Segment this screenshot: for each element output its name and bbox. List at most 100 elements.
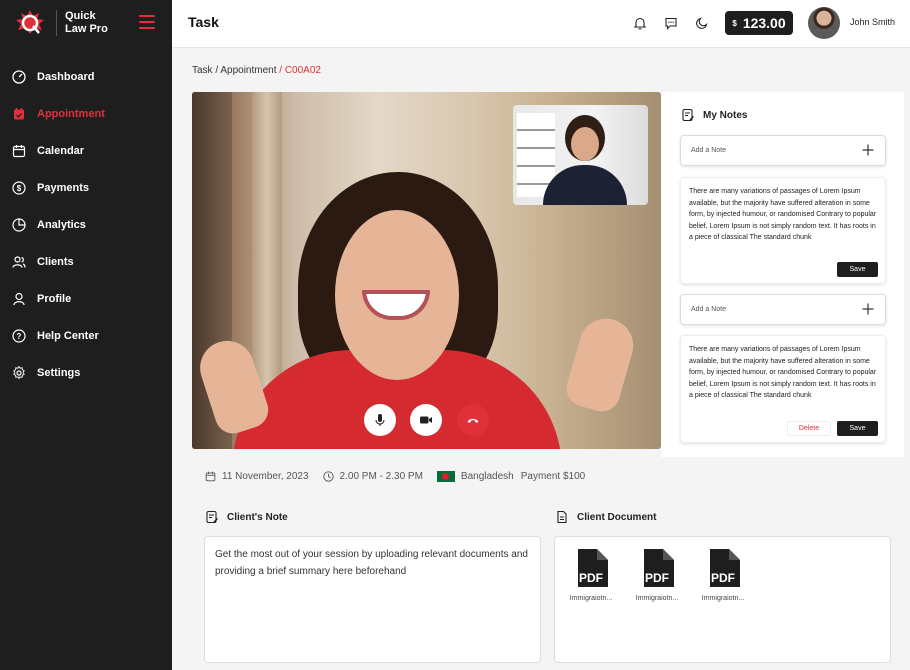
appointment-time: 2.00 PM - 2.30 PM (339, 471, 423, 482)
note-actions: Save (837, 262, 878, 277)
sidebar-item-help-center[interactable]: ? Help Center (0, 317, 172, 354)
sidebar-item-profile[interactable]: Profile (0, 280, 172, 317)
sidebar-item-appointment[interactable]: Appointment (0, 95, 172, 132)
sidebar-nav: Dashboard Appointment Calendar $ Payment… (0, 58, 172, 391)
sidebar-item-calendar[interactable]: Calendar (0, 132, 172, 169)
users-icon (12, 255, 26, 268)
my-notes-title: My Notes (681, 108, 747, 122)
moon-icon[interactable] (695, 16, 709, 30)
self-view-face (571, 127, 599, 161)
add-note-input[interactable]: Add a Note (680, 135, 886, 166)
pie-chart-icon (12, 217, 26, 232)
menu-toggle-icon[interactable] (139, 15, 155, 29)
participant-right-hand (562, 312, 640, 416)
client-document-heading: Client Document (555, 510, 656, 524)
sidebar-item-label: Analytics (37, 218, 86, 231)
document-file-name: Immigraiotn... (635, 595, 679, 602)
dashboard-icon (12, 69, 26, 84)
sidebar-item-dashboard[interactable]: Dashboard (0, 58, 172, 95)
bell-icon[interactable] (633, 16, 647, 30)
sidebar-item-label: Settings (37, 366, 81, 379)
sidebar-item-analytics[interactable]: Analytics (0, 206, 172, 243)
appointment-date: 11 November, 2023 (222, 471, 309, 482)
my-notes-label: My Notes (703, 109, 748, 121)
note-edit-icon (206, 510, 218, 524)
client-note-textarea[interactable]: Get the most out of your session by uplo… (204, 536, 541, 663)
plus-icon[interactable] (861, 143, 875, 157)
svg-text:$: $ (17, 184, 22, 193)
hang-up-icon (467, 418, 479, 423)
notes-icon (682, 108, 694, 122)
appointment-country: Bangladesh (460, 471, 514, 482)
balance-amount: 123.00 (742, 15, 786, 31)
document-file[interactable]: PDF Immigraiotn... (627, 549, 687, 602)
save-note-button[interactable]: Save (837, 421, 878, 436)
help-icon: ? (12, 328, 26, 343)
user-icon (13, 292, 25, 305)
gear-icon (13, 365, 25, 379)
client-document-list: PDF Immigraiotn... PDF Immigraiotn... PD… (554, 536, 891, 663)
microphone-icon (375, 414, 385, 426)
breadcrumb-current: / C00A02 (279, 65, 321, 76)
sidebar-item-label: Appointment (37, 107, 105, 120)
toggle-camera-button[interactable] (410, 404, 442, 436)
sidebar-item-label: Payments (37, 181, 89, 194)
sidebar-item-label: Clients (37, 255, 74, 268)
sidebar-item-label: Profile (37, 292, 72, 305)
document-file[interactable]: PDF Immigraiotn... (693, 549, 753, 602)
chat-icon[interactable] (664, 16, 678, 30)
pdf-type-label: PDF (645, 571, 669, 585)
document-file-name: Immigraiotn... (701, 595, 745, 602)
breadcrumb: Task / Appointment / C00A02 (192, 65, 321, 76)
document-file[interactable]: PDF Immigraiotn... (561, 549, 621, 602)
mute-mic-button[interactable] (364, 404, 396, 436)
end-call-button[interactable] (457, 404, 489, 436)
sidebar: Quick Law Pro Dashboard Appointment Cale… (0, 0, 172, 670)
self-view-video[interactable] (513, 105, 648, 205)
sidebar-item-payments[interactable]: $ Payments (0, 169, 172, 206)
appointment-payment: Payment $100 (520, 471, 586, 482)
pdf-type-label: PDF (579, 571, 603, 585)
pdf-type-label: PDF (711, 571, 735, 585)
currency-symbol: $ (732, 18, 737, 28)
pdf-file-icon: PDF (578, 549, 608, 587)
dollar-icon: $ (12, 180, 26, 195)
add-note-placeholder: Add a Note (691, 147, 727, 154)
sidebar-item-label: Calendar (37, 144, 85, 157)
self-view-suit (543, 165, 627, 205)
app-name-line1: Quick (65, 10, 96, 22)
sidebar-item-label: Help Center (37, 329, 99, 342)
note-card: There are many variations of passages of… (680, 177, 886, 284)
wallet-balance[interactable]: $ 123.00 (725, 11, 793, 35)
clock-icon (322, 471, 334, 482)
pdf-file-icon: PDF (644, 549, 674, 587)
client-note-title: Client's Note (227, 511, 288, 523)
video-call-main (192, 92, 661, 449)
delete-note-button[interactable]: Delete (787, 421, 831, 436)
document-file-name: Immigraiotn... (569, 595, 613, 602)
my-notes-panel: My Notes Add a Note There are many varia… (661, 92, 904, 457)
top-bar: Task $ 123.00 John Smith (172, 0, 910, 48)
note-actions: Delete Save (787, 421, 878, 436)
appointment-details: 11 November, 2023 2.00 PM - 2.30 PM Bang… (205, 471, 585, 482)
client-note-heading: Client's Note (205, 510, 288, 524)
add-note-input[interactable]: Add a Note (680, 294, 886, 325)
breadcrumb-path[interactable]: Task / Appointment (192, 65, 277, 76)
client-note-text: Get the most out of your session by uplo… (215, 549, 528, 577)
add-note-placeholder: Add a Note (691, 306, 727, 313)
bangladesh-flag-icon (436, 471, 455, 482)
save-note-button[interactable]: Save (837, 262, 878, 277)
plus-icon[interactable] (861, 302, 875, 316)
note-text: There are many variations of passages of… (689, 346, 877, 399)
calendar-icon (205, 471, 216, 482)
calendar-check-icon (14, 107, 24, 119)
sidebar-item-settings[interactable]: Settings (0, 354, 172, 391)
user-name[interactable]: John Smith (850, 17, 895, 27)
sidebar-item-clients[interactable]: Clients (0, 243, 172, 280)
app-name-line2: Law Pro (65, 23, 108, 35)
logo-icon (16, 10, 44, 34)
avatar[interactable] (808, 7, 840, 39)
app-logo[interactable]: Quick Law Pro (12, 8, 108, 38)
svg-text:?: ? (17, 332, 22, 341)
note-text: There are many variations of passages of… (689, 188, 877, 241)
